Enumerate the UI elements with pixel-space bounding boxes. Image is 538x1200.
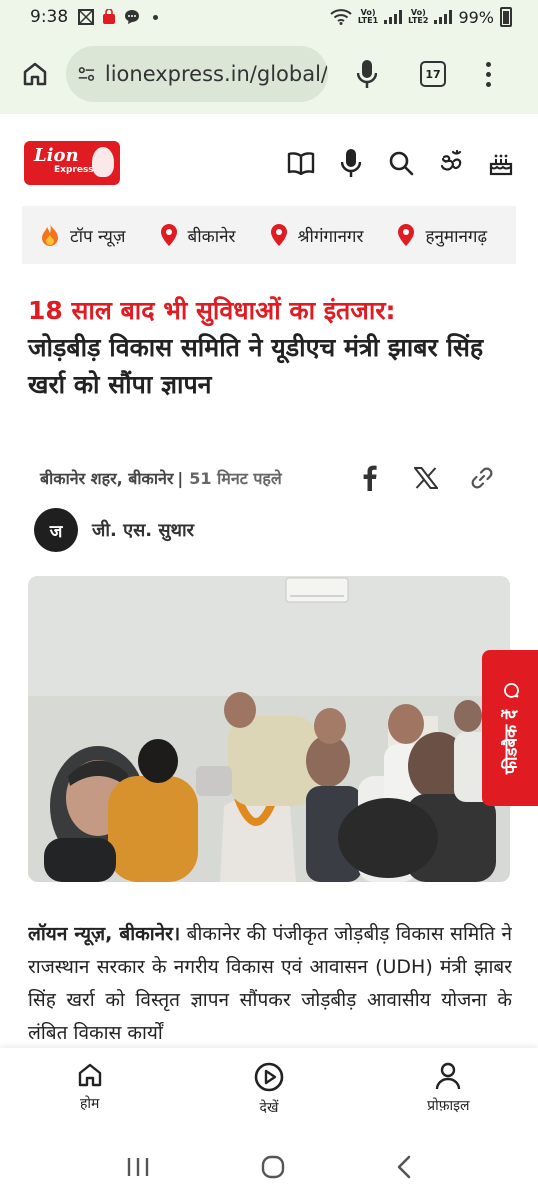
browser-menu-button[interactable]	[486, 61, 491, 87]
share-x-button[interactable]	[412, 464, 440, 492]
url-text: lionexpress.in/global/	[104, 62, 328, 86]
location-pin-icon	[270, 224, 287, 246]
cake-icon	[489, 154, 513, 176]
book-icon	[287, 152, 315, 175]
status-right: Vo) LTE1 Vo) LTE2 99%	[330, 7, 512, 27]
headline-title: जोड़बीड़ विकास समिति ने यूडीएच मंत्री झा…	[28, 333, 484, 399]
battery-percent: 99%	[458, 7, 494, 27]
category-hanumangarh[interactable]: हनुमानगढ़	[379, 223, 503, 247]
microphone-icon	[341, 149, 361, 177]
signal2-icon	[434, 10, 453, 24]
author-name: जी. एस. सुथार	[92, 520, 195, 541]
home-icon	[23, 62, 47, 86]
article-time: 51 मिनट पहले	[189, 469, 282, 488]
microphone-icon	[357, 60, 377, 88]
status-bar: 9:38 Vo) LTE1 Vo) LTE2 99%	[0, 0, 538, 34]
search-icon	[389, 151, 414, 176]
back-chevron-icon	[398, 1155, 411, 1179]
article-photo-illustration	[28, 576, 510, 882]
notification-icons	[78, 9, 159, 25]
home-icon	[78, 1063, 101, 1087]
nav-watch[interactable]: देखें	[179, 1048, 358, 1138]
address-bar[interactable]: lionexpress.in/global/	[66, 46, 328, 102]
share-facebook-button[interactable]	[356, 464, 384, 492]
article-photo	[28, 576, 510, 882]
article-body: लॉयन न्यूज़, बीकानेर। बीकानेर की पंजीकृत…	[28, 918, 512, 1050]
play-circle-icon	[254, 1062, 284, 1092]
feedback-button[interactable]: फीडबैक दें	[482, 650, 538, 806]
gallery-icon	[78, 9, 95, 25]
bottom-navigation: होम देखें प्रोफ़ाइल	[0, 1048, 538, 1138]
location-pin-icon	[160, 224, 177, 246]
chat-icon	[125, 10, 140, 24]
author-avatar: ज	[34, 508, 78, 552]
link-icon	[471, 467, 493, 489]
lion-logo-icon	[92, 147, 114, 177]
copy-link-button[interactable]	[468, 464, 496, 492]
article-author[interactable]: ज जी. एस. सुथार	[34, 508, 194, 552]
system-navigation-bar	[0, 1138, 538, 1200]
meta-separator: |	[177, 468, 184, 488]
spiritual-button[interactable]	[436, 148, 466, 178]
category-top-news[interactable]: टॉप न्यूज़	[22, 223, 142, 247]
epaper-button[interactable]	[286, 148, 316, 178]
article-location: बीकानेर शहर, बीकानेर	[40, 469, 174, 488]
share-buttons	[356, 464, 496, 492]
location-pin-icon	[398, 224, 415, 246]
article-headline: 18 साल बाद भी सुविधाओं का इंतजार: जोड़बी…	[28, 292, 498, 403]
category-strip: टॉप न्यूज़ बीकानेर श्रीगंगानगर हनुमानगढ़	[22, 206, 516, 264]
site-settings-icon[interactable]	[78, 64, 95, 84]
nav-home[interactable]: होम	[0, 1048, 179, 1138]
system-back-button[interactable]	[396, 1155, 412, 1183]
sim2-label: Vo) LTE2	[408, 8, 429, 25]
birthday-button[interactable]	[486, 148, 516, 178]
category-sriganganagar[interactable]: श्रीगंगानगर	[252, 223, 380, 247]
recent-apps-icon	[127, 1158, 148, 1176]
home-circle-icon	[261, 1155, 285, 1179]
voice-search-button[interactable]	[352, 56, 382, 92]
facebook-icon	[363, 465, 377, 491]
tab-switcher-button[interactable]: 17	[420, 61, 446, 87]
fire-icon	[42, 224, 58, 246]
shopping-bag-icon	[103, 9, 116, 24]
battery-icon	[500, 7, 512, 27]
wifi-icon	[330, 9, 352, 25]
article-meta: बीकानेर शहर, बीकानेर | 51 मिनट पहले	[40, 460, 500, 496]
body-lead: लॉयन न्यूज़, बीकानेर।	[28, 923, 181, 945]
user-icon	[436, 1062, 461, 1090]
search-button[interactable]	[386, 148, 416, 178]
site-header: Lion Express	[0, 114, 538, 212]
om-icon	[440, 149, 462, 171]
x-twitter-icon	[414, 467, 438, 489]
status-time: 9:38	[30, 7, 69, 27]
system-home-button[interactable]	[261, 1155, 285, 1183]
category-bikaner[interactable]: बीकानेर	[142, 223, 252, 247]
more-notifications-dot-icon	[153, 14, 159, 20]
headline-kicker: 18 साल बाद भी सुविधाओं का इंतजार:	[28, 296, 396, 325]
site-logo[interactable]: Lion Express	[24, 141, 120, 185]
browser-toolbar: lionexpress.in/global/ 17	[0, 34, 538, 114]
voice-news-button[interactable]	[336, 148, 366, 178]
sim1-label: Vo) LTE1	[357, 8, 379, 25]
feedback-label: फीडबैक दें	[499, 682, 522, 774]
browser-home-button[interactable]	[18, 57, 52, 91]
nav-profile[interactable]: प्रोफ़ाइल	[359, 1048, 538, 1138]
recent-apps-button[interactable]	[126, 1156, 150, 1182]
feedback-chat-icon	[504, 682, 519, 698]
signal1-icon	[384, 10, 403, 24]
